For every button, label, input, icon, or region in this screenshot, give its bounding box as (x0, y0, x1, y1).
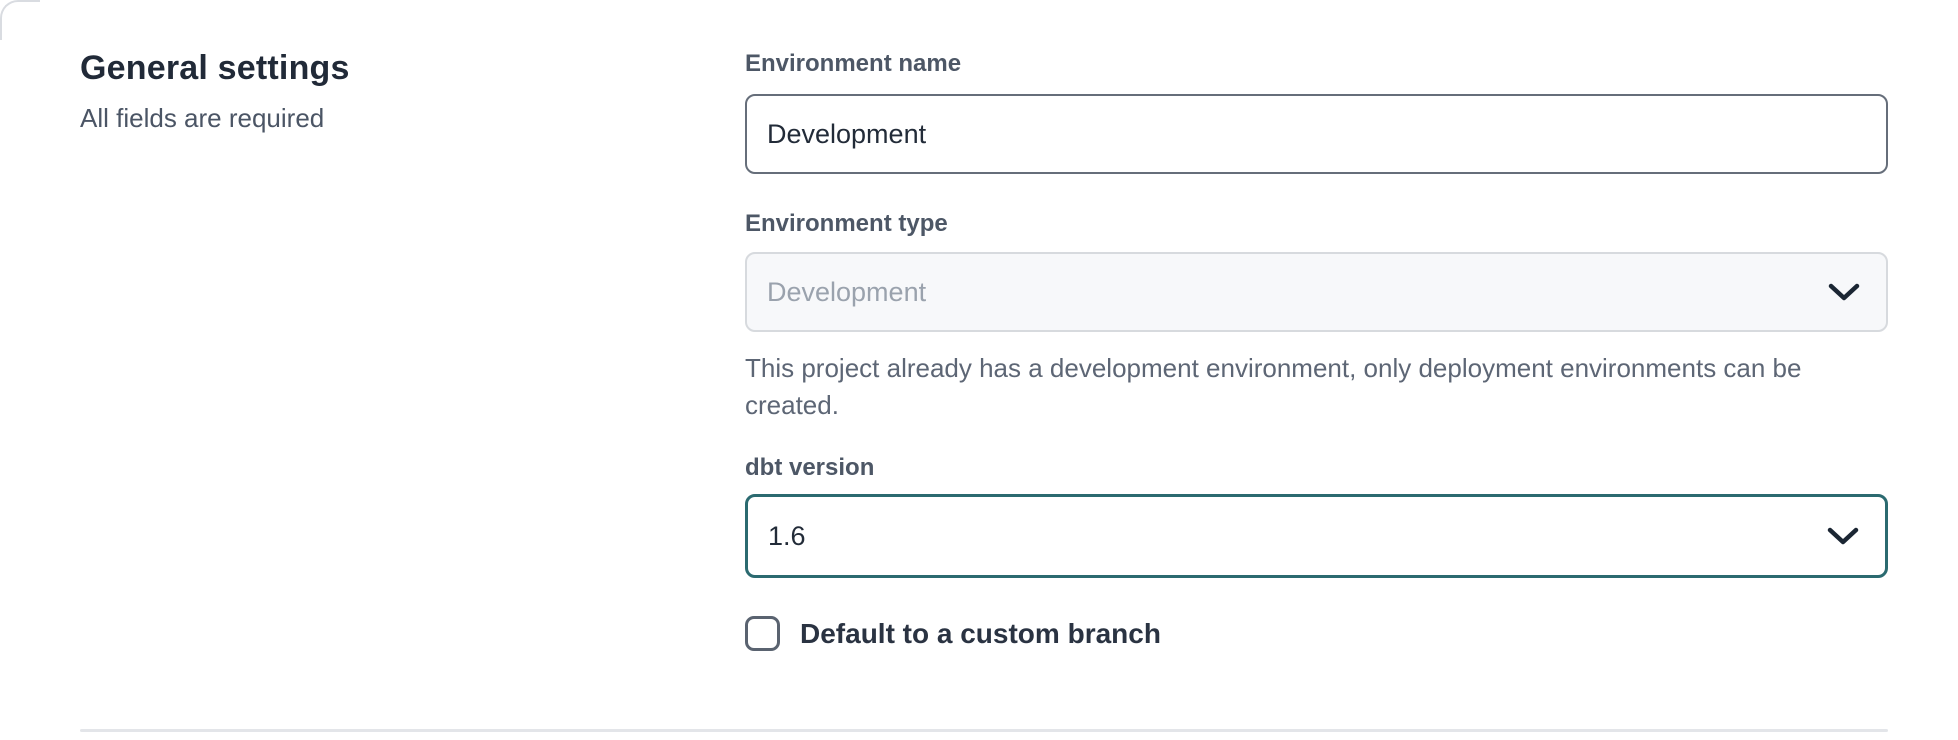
chevron-down-icon (1828, 282, 1860, 302)
custom-branch-checkbox[interactable] (745, 616, 780, 651)
dbt-version-value: 1.6 (768, 521, 806, 552)
environment-settings-panel: General settings All fields are required… (0, 0, 1958, 740)
page-subtitle: All fields are required (80, 102, 680, 134)
custom-branch-label[interactable]: Default to a custom branch (800, 618, 1161, 650)
environment-name-input[interactable] (745, 94, 1888, 174)
environment-type-value: Development (767, 277, 926, 308)
chevron-down-icon (1827, 526, 1859, 546)
environment-type-help-text: This project already has a development e… (745, 350, 1888, 424)
modal-corner-decoration (0, 0, 40, 40)
environment-name-label: Environment name (745, 48, 1888, 80)
settings-form: Environment name Environment type Develo… (745, 48, 1888, 651)
environment-type-label: Environment type (745, 208, 1888, 240)
custom-branch-row: Default to a custom branch (745, 616, 1888, 651)
dbt-version-label: dbt version (745, 452, 1888, 484)
section-intro: General settings All fields are required (80, 48, 680, 134)
environment-type-select: Development (745, 252, 1888, 332)
section-divider (80, 729, 1888, 732)
page-title: General settings (80, 48, 680, 88)
dbt-version-select[interactable]: 1.6 (745, 494, 1888, 578)
